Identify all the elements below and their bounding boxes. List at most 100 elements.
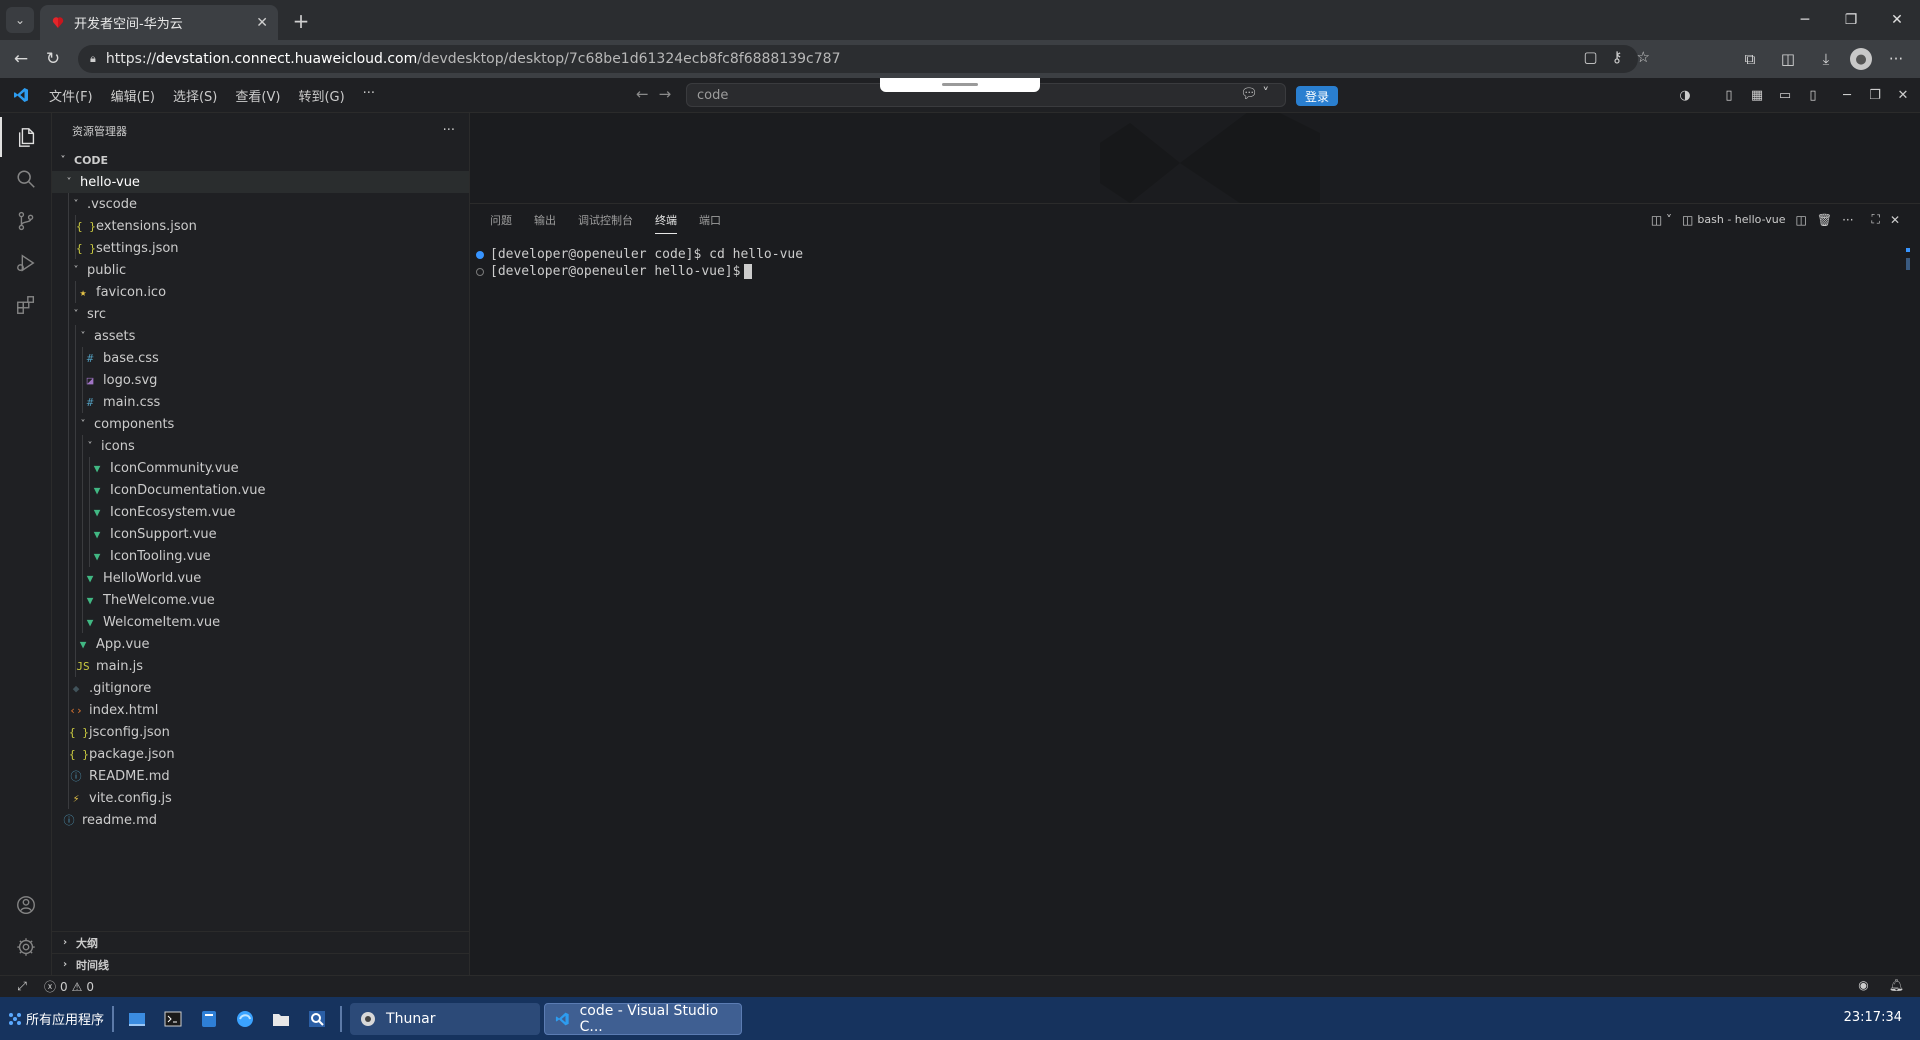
back-icon[interactable]: ← [6,44,36,74]
vscode-minimize-icon[interactable]: ─ [1838,85,1856,105]
workspace-section-header[interactable]: ˅ CODE [52,149,469,171]
task-vscode[interactable]: code - Visual Studio C... [544,1002,743,1035]
tree-folder[interactable]: ˅ src [52,303,469,325]
tree-folder[interactable]: ˅ icons [52,435,469,457]
site-info-icon[interactable]: 🔒︎ [90,52,96,66]
tab-list-button[interactable]: ⌄ [6,7,34,33]
tree-file[interactable]: ◆ .gitignore [52,677,469,699]
tree-folder[interactable]: ˅ hello-vue [52,171,469,193]
explorer-more-icon[interactable]: ··· [443,123,455,138]
terminal-scrollbar[interactable] [1906,248,1910,272]
tree-file[interactable]: JS main.js [52,655,469,677]
command-success-decoration[interactable] [476,250,484,259]
tree-file[interactable]: ★ favicon.ico [52,281,469,303]
file-manager-launcher-icon[interactable] [194,1004,224,1034]
timeline-section-header[interactable]: › 时间线 [52,953,470,975]
search-icon[interactable] [0,159,52,199]
panel-more-icon[interactable]: ··· [1842,213,1853,227]
nav-forward-icon[interactable]: → [659,85,672,103]
nav-back-icon[interactable]: ← [636,85,649,103]
tree-file[interactable]: ◪ logo.svg [52,369,469,391]
tree-file[interactable]: ▼ IconTooling.vue [52,545,469,567]
run-debug-icon[interactable] [0,243,52,283]
tree-file[interactable]: ‹› index.html [52,699,469,721]
tree-file[interactable]: # main.css [52,391,469,413]
terminal-instance[interactable]: ◫ bash - hello-vue [1682,213,1785,227]
terminal-launcher-icon[interactable] [158,1004,188,1034]
tab-terminal[interactable]: 终端 [655,212,677,234]
download-icon[interactable]: ⤓ [1812,45,1840,73]
settings-gear-icon[interactable] [0,927,52,967]
terminal-output[interactable]: [developer@openeuler code]$ cd hello-vue… [476,246,803,280]
menu-go[interactable]: 转到(G) [291,83,351,108]
tree-file[interactable]: { } package.json [52,743,469,765]
close-panel-icon[interactable]: ✕ [1890,213,1900,227]
menu-view[interactable]: 查看(V) [228,83,287,108]
vscode-close-icon[interactable]: ✕ [1894,85,1912,105]
customize-layout-icon[interactable]: ▦ [1748,85,1766,105]
explorer-icon[interactable] [0,117,52,157]
task-thunar[interactable]: Thunar [350,1002,541,1035]
menu-file[interactable]: 文件(F) [42,83,100,108]
new-terminal-dropdown-icon[interactable]: ◫ ˅ [1651,213,1672,227]
key-icon[interactable]: ⚷ [1612,48,1623,66]
minimize-icon[interactable]: ─ [1782,0,1828,40]
tree-folder[interactable]: ˅ .vscode [52,193,469,215]
accounts-icon[interactable] [0,885,52,925]
reload-icon[interactable]: ↻ [38,44,68,74]
menu-more[interactable]: ··· [356,83,382,108]
applications-menu[interactable]: 所有应用程序 [0,1009,104,1028]
maximize-panel-icon[interactable]: ⛶ [1872,212,1880,227]
vscode-restore-icon[interactable]: ❐ [1866,85,1884,105]
tree-file[interactable]: ▼ IconDocumentation.vue [52,479,469,501]
app-finder-launcher-icon[interactable] [302,1004,332,1034]
notifications-bell-icon[interactable]: 🔔︎ [1889,978,1904,992]
command-pending-decoration[interactable] [476,267,484,276]
show-desktop-icon[interactable] [122,1004,152,1034]
home-folder-launcher-icon[interactable] [266,1004,296,1034]
tree-file[interactable]: # base.css [52,347,469,369]
web-browser-launcher-icon[interactable] [230,1004,260,1034]
tree-file[interactable]: ▼ IconEcosystem.vue [52,501,469,523]
toggle-secondary-sidebar-icon[interactable]: ▯ [1804,85,1822,105]
tree-file[interactable]: ⓘ README.md [52,765,469,787]
profile-avatar[interactable]: ● [1850,48,1872,70]
tree-file[interactable]: { } jsconfig.json [52,721,469,743]
login-button[interactable]: 登录 [1296,86,1338,106]
tree-folder[interactable]: ˅ components [52,413,469,435]
restore-icon[interactable]: ❐ [1828,0,1874,40]
more-options-icon[interactable]: ··· [1882,45,1910,73]
tree-file[interactable]: ▼ TheWelcome.vue [52,589,469,611]
remote-desktop-toolbar-handle[interactable] [880,78,1040,92]
tab-output[interactable]: 输出 [534,212,556,234]
tree-folder[interactable]: ˅ assets [52,325,469,347]
problems-status[interactable]: ⓧ 0 ⚠ 0 [44,978,94,995]
copilot-chat-icon[interactable]: 💬︎ ˅ [1240,86,1269,102]
split-terminal-icon[interactable]: ◫ [1796,213,1807,227]
tree-file[interactable]: ⓘ readme.md [52,809,469,831]
kill-terminal-icon[interactable]: 🗑︎ [1817,213,1832,227]
tree-file[interactable]: ⚡ vite.config.js [52,787,469,809]
remote-indicator-icon[interactable]: ⤢ [0,979,44,994]
close-tab-icon[interactable]: ✕ [256,15,268,31]
close-window-icon[interactable]: ✕ [1874,0,1920,40]
split-screen-icon[interactable]: ◫ [1774,45,1802,73]
extensions-icon[interactable]: ⧉ [1736,45,1764,73]
tab-ports[interactable]: 端口 [699,212,721,234]
toggle-panel-icon[interactable]: ▭ [1776,85,1794,105]
favorite-star-icon[interactable]: ☆ [1637,48,1650,66]
tree-file[interactable]: ▼ IconCommunity.vue [52,457,469,479]
tree-file[interactable]: ▼ App.vue [52,633,469,655]
address-bar[interactable]: 🔒︎ https://devstation.connect.huaweiclou… [78,45,1638,73]
copilot-status-icon[interactable]: ◉ [1858,978,1868,992]
tree-file[interactable]: { } settings.json [52,237,469,259]
menu-selection[interactable]: 选择(S) [166,83,224,108]
new-tab-button[interactable]: + [288,8,314,34]
extensions-icon[interactable] [0,285,52,325]
browser-tab[interactable]: 开发者空间-华为云 ✕ [40,5,278,40]
outline-section-header[interactable]: › 大纲 [52,931,470,953]
tree-folder[interactable]: ˅ public [52,259,469,281]
tree-file[interactable]: ▼ HelloWorld.vue [52,567,469,589]
tab-problems[interactable]: 问题 [490,212,512,234]
tab-debug-console[interactable]: 调试控制台 [578,212,633,234]
